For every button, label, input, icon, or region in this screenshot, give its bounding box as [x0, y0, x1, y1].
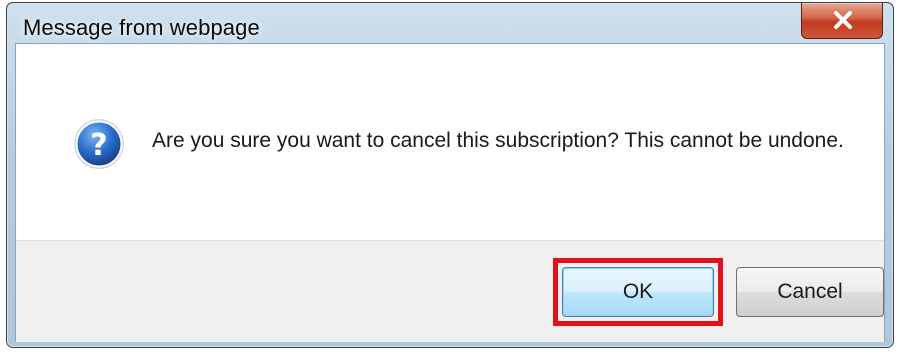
- ok-button[interactable]: OK: [562, 267, 714, 317]
- dialog-title: Message from webpage: [23, 15, 260, 40]
- close-button[interactable]: [801, 3, 883, 39]
- question-icon: ?: [74, 119, 124, 169]
- message-area: ? Are you sure you want to cancel this s…: [16, 44, 884, 240]
- title-bar[interactable]: Message from webpage: [7, 3, 893, 43]
- cancel-button[interactable]: Cancel: [736, 267, 884, 317]
- dialog-body: ? Are you sure you want to cancel this s…: [15, 43, 885, 342]
- dialog-message: Are you sure you want to cancel this sub…: [152, 129, 844, 152]
- button-bar: OK Cancel: [16, 240, 884, 342]
- dialog-window: Message from webpage ? Are you sure you …: [6, 2, 894, 348]
- close-icon: [834, 11, 852, 29]
- svg-text:?: ?: [90, 128, 107, 163]
